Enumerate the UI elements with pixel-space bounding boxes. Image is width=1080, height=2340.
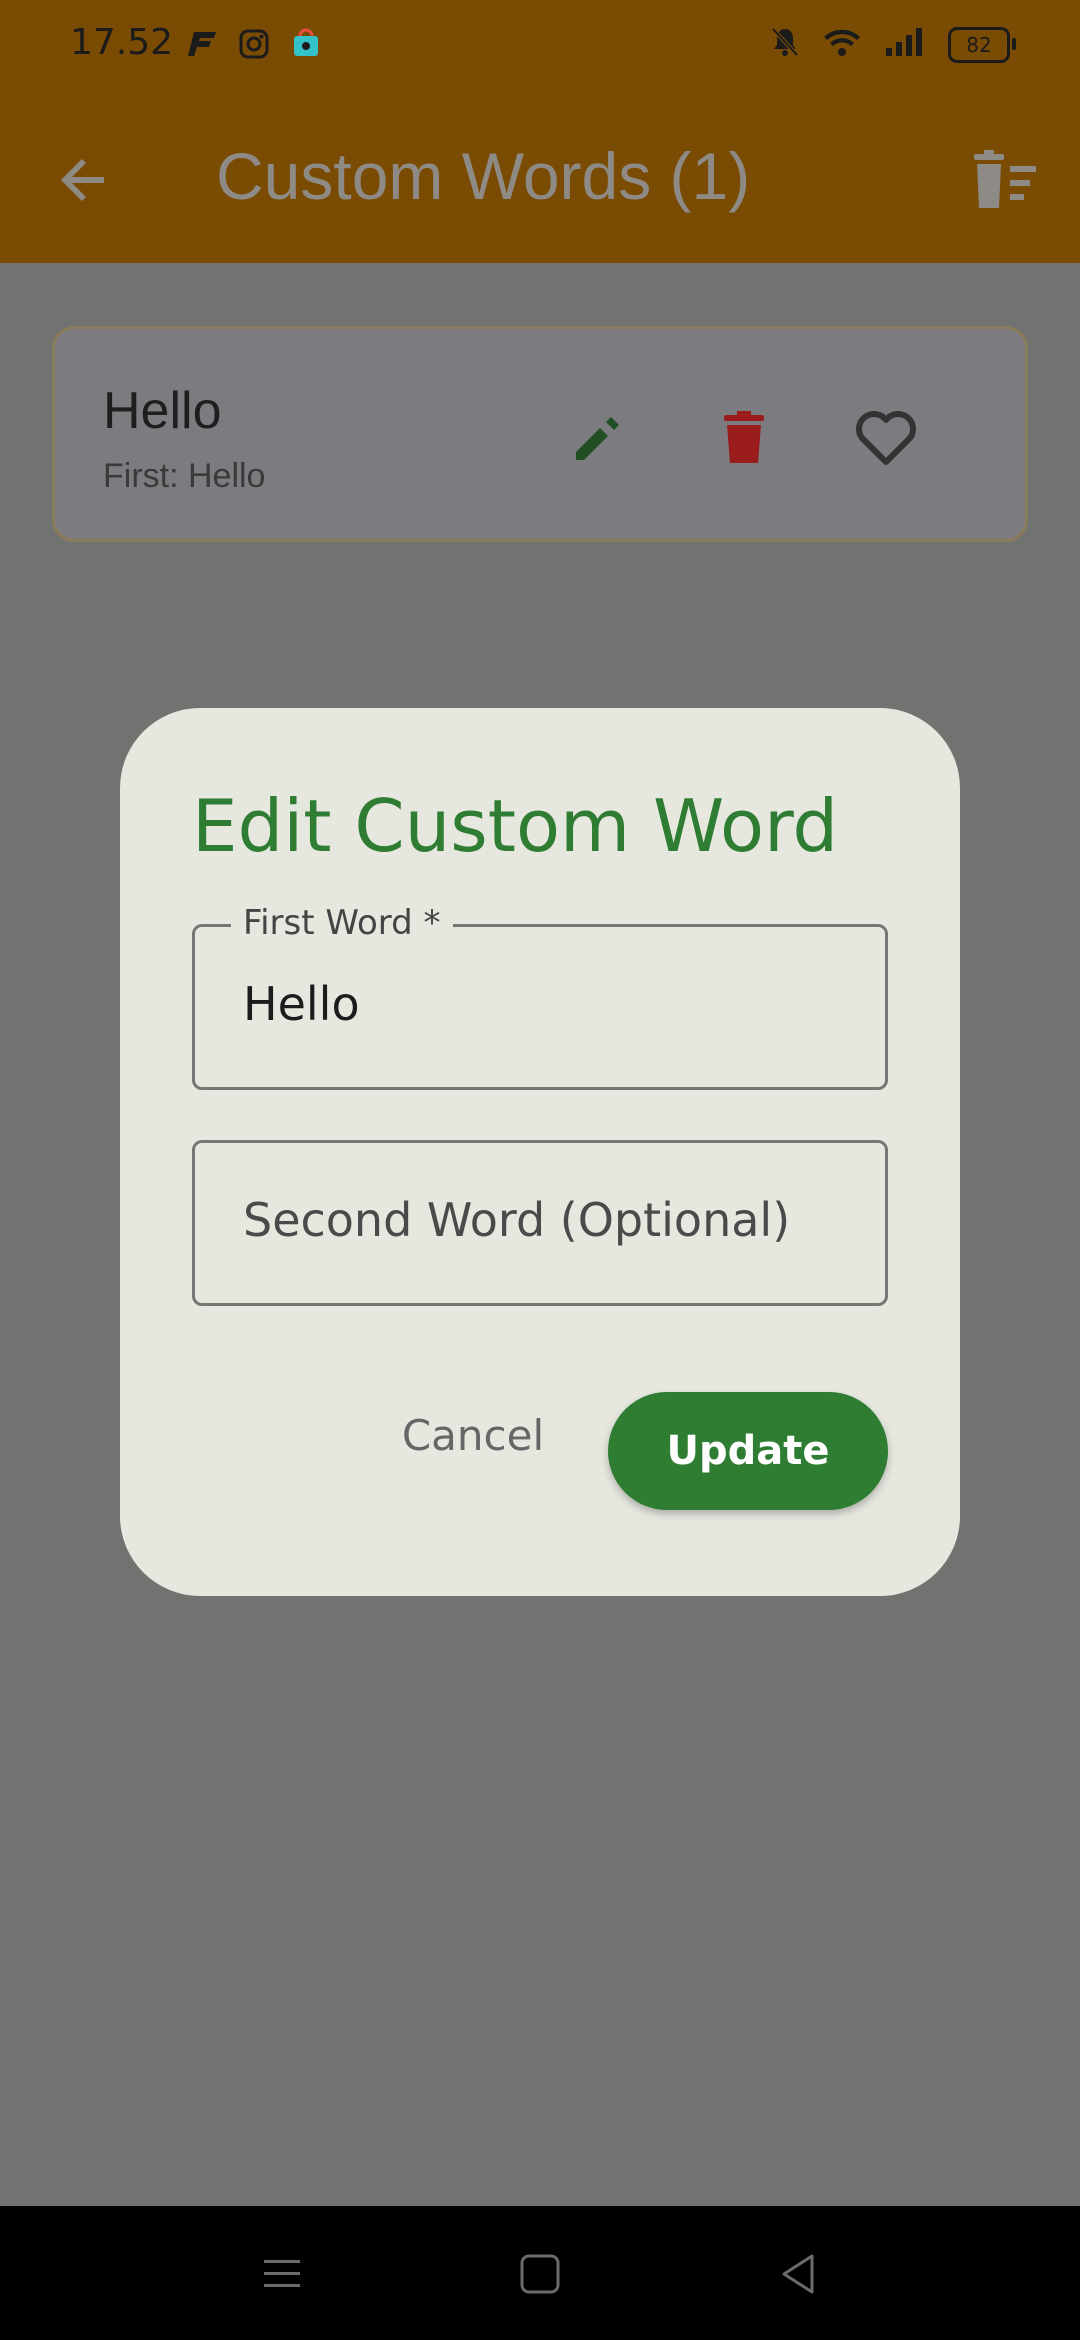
delete-icon <box>724 411 764 463</box>
dialog-title: Edit Custom Word <box>192 784 839 868</box>
status-bar: 17.52 82 <box>0 0 1080 96</box>
first-word-input[interactable] <box>243 977 843 1031</box>
word-card[interactable]: Hello First: Hello <box>52 326 1028 542</box>
menu-icon <box>264 2260 300 2287</box>
mute-bell-icon <box>770 26 800 63</box>
wifi-icon <box>822 26 862 63</box>
status-time: 17.52 <box>70 22 174 63</box>
page-title: Custom Words (1) <box>216 139 751 213</box>
favorite-outline-icon <box>856 411 916 465</box>
system-nav-bar <box>0 2206 1080 2340</box>
back-button[interactable] <box>52 148 116 212</box>
edit-button[interactable] <box>563 403 633 473</box>
nav-menu-button[interactable] <box>258 2250 306 2298</box>
edit-word-dialog: Edit Custom Word First Word * Cancel Upd… <box>120 708 960 1596</box>
word-title: Hello <box>103 382 222 440</box>
second-word-input[interactable] <box>243 1193 843 1247</box>
nav-back-button[interactable] <box>774 2250 822 2298</box>
back-triangle-icon <box>782 2254 814 2294</box>
status-notification-icons <box>186 28 322 65</box>
update-button[interactable]: Update <box>608 1392 888 1510</box>
favorite-button[interactable] <box>851 403 921 473</box>
cancel-button[interactable]: Cancel <box>388 1390 558 1480</box>
shop-icon <box>290 28 322 65</box>
first-word-label: First Word * <box>231 903 453 943</box>
nav-home-button[interactable] <box>516 2250 564 2298</box>
app-f-icon <box>186 30 218 63</box>
arrow-left-icon <box>61 159 104 201</box>
home-square-icon <box>520 2254 560 2294</box>
delete-sweep-icon <box>974 150 1036 208</box>
delete-all-button[interactable] <box>970 150 1040 212</box>
second-word-field[interactable] <box>192 1140 888 1306</box>
edit-icon <box>576 417 619 460</box>
app-bar: Custom Words (1) <box>0 96 1080 263</box>
signal-icon <box>884 26 926 63</box>
battery-icon: 82 <box>948 26 1016 63</box>
word-subtitle: First: Hello <box>103 457 266 495</box>
instagram-icon <box>238 28 270 65</box>
delete-button[interactable] <box>709 403 779 473</box>
first-word-field[interactable]: First Word * <box>192 903 888 1090</box>
status-system-icons: 82 <box>770 26 1016 63</box>
